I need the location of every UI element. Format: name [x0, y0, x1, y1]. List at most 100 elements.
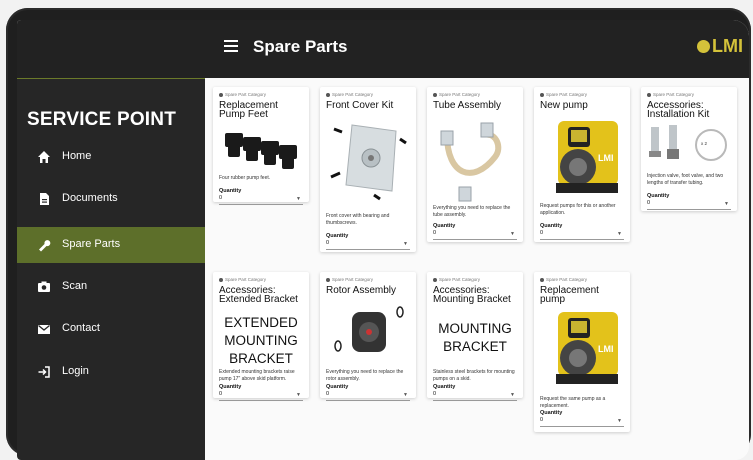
card-title: Accessories: Installation Kit — [647, 100, 710, 120]
image-text-line: MOUNTING — [438, 321, 512, 336]
quantity-value: 0 — [219, 195, 223, 201]
card-category: Spare Part Category — [540, 92, 587, 97]
quantity-select[interactable]: 0 ▼ — [540, 417, 624, 427]
quantity-select[interactable]: 0 ▼ — [647, 200, 731, 210]
image-text-line: BRACKET — [229, 351, 293, 366]
quantity-field: Quantity 0 ▼ — [433, 223, 517, 240]
svg-text:LMI: LMI — [598, 344, 614, 354]
sidebar-item-login[interactable]: Login — [17, 354, 205, 390]
dropdown-arrow-icon: ▼ — [617, 231, 622, 237]
app-screen: Spare Parts LMI SERVICE POINT Home Docum… — [17, 20, 749, 460]
quantity-field: Quantity 0 ▼ — [326, 384, 410, 401]
page-title: Spare Parts — [253, 37, 348, 56]
part-card-installation-kit[interactable]: Spare Part Category Accessories: Install… — [641, 87, 737, 211]
sidebar-brand: SERVICE POINT — [27, 109, 177, 130]
sidebar-item-label: Scan — [62, 280, 88, 292]
quantity-label: Quantity — [219, 384, 242, 390]
quantity-value: 0 — [326, 240, 330, 246]
quantity-field: Quantity 0 ▼ — [219, 384, 303, 401]
card-title: Rotor Assembly — [326, 285, 397, 296]
part-card-rotor-assembly[interactable]: Spare Part Category Rotor Assembly Every… — [320, 272, 416, 401]
part-card-front-cover-kit[interactable]: Spare Part Category Front Cover Kit Fron… — [320, 87, 416, 252]
top-app-bar: Spare Parts LMI — [17, 20, 749, 78]
card-category: Spare Part Category — [326, 277, 373, 282]
card-category: Spare Part Category — [433, 277, 480, 282]
card-title: New pump — [540, 100, 588, 111]
image-text-line: EXTENDED — [224, 315, 298, 330]
quantity-select[interactable]: 0 ▼ — [326, 240, 410, 250]
card-category: Spare Part Category — [540, 277, 587, 282]
sidebar-item-documents[interactable]: Documents — [17, 181, 205, 217]
dropdown-arrow-icon: ▼ — [296, 196, 301, 202]
sidebar-item-label: Home — [62, 150, 92, 162]
quantity-value: 0 — [219, 391, 223, 397]
quantity-label: Quantity — [540, 410, 563, 416]
quantity-select[interactable]: 0 ▼ — [219, 195, 303, 205]
quantity-label: Quantity — [433, 223, 456, 229]
image-text-line: BRACKET — [443, 339, 507, 354]
spare-parts-grid: Spare Part Category Replacement Pump Fee… — [205, 78, 749, 460]
quantity-field: Quantity 0 ▼ — [326, 233, 410, 250]
quantity-field: Quantity 0 ▼ — [219, 188, 303, 205]
card-description: Everything you need to replace the rotor… — [326, 369, 404, 382]
card-title: Tube Assembly — [433, 100, 501, 111]
bracket-image-text: MOUNTING BRACKET — [433, 320, 517, 356]
quantity-value: 0 — [540, 417, 544, 423]
camera-icon — [38, 281, 50, 292]
quantity-value: 0 — [433, 391, 437, 397]
quantity-select[interactable]: 0 ▼ — [540, 230, 624, 240]
card-title: Accessories: Mounting Bracket — [433, 285, 511, 305]
dropdown-arrow-icon: ▼ — [617, 418, 622, 424]
part-card-new-pump[interactable]: Spare Part Category New pump LMI Request… — [534, 87, 630, 242]
quantity-value: 0 — [326, 391, 330, 397]
quantity-select[interactable]: 0 ▼ — [433, 230, 517, 240]
card-title: Accessories: Extended Bracket — [219, 285, 298, 305]
lmi-logo: LMI — [697, 36, 743, 57]
sidebar-item-spare-parts[interactable]: Spare Parts — [17, 227, 205, 263]
tube-assembly-image — [440, 122, 502, 202]
bracket-image-text: EXTENDED MOUNTING BRACKET — [219, 314, 303, 368]
card-category: Spare Part Category — [219, 277, 266, 282]
part-card-replacement-pump[interactable]: Spare Part Category Replacement pump LMI… — [534, 272, 630, 432]
sidebar-item-label: Contact — [62, 322, 100, 334]
sidebar-item-label: Documents — [62, 192, 118, 204]
sidebar-item-contact[interactable]: Contact — [17, 311, 205, 347]
card-title: Front Cover Kit — [326, 100, 394, 111]
svg-text:LMI: LMI — [598, 153, 614, 163]
front-cover-image — [330, 124, 407, 201]
part-card-tube-assembly[interactable]: Spare Part Category Tube Assembly Everyt… — [427, 87, 523, 242]
quantity-select[interactable]: 0 ▼ — [433, 391, 517, 401]
quantity-select[interactable]: 0 ▼ — [219, 391, 303, 401]
dropdown-arrow-icon: ▼ — [403, 392, 408, 398]
card-description: Stainless steel brackets for mounting pu… — [433, 369, 515, 382]
quantity-label: Quantity — [433, 384, 456, 390]
pump-image: LMI — [556, 121, 618, 193]
image-text-line: MOUNTING — [224, 333, 298, 348]
quantity-field: Quantity 0 ▼ — [540, 410, 624, 427]
device-frame: Spare Parts LMI SERVICE POINT Home Docum… — [6, 8, 751, 460]
quantity-value: 0 — [647, 200, 651, 206]
pump-image: LMI — [556, 312, 618, 384]
dropdown-arrow-icon: ▼ — [510, 392, 515, 398]
quantity-label: Quantity — [326, 384, 349, 390]
logo-text: LMI — [712, 36, 743, 56]
quantity-value: 0 — [433, 230, 437, 236]
wrench-icon — [39, 240, 51, 252]
part-card-mounting-bracket[interactable]: Spare Part Category Accessories: Mountin… — [427, 272, 523, 401]
part-card-extended-bracket[interactable]: Spare Part Category Accessories: Extende… — [213, 272, 309, 401]
card-description: Extended mounting brackets raise pump 17… — [219, 369, 295, 382]
quantity-value: 0 — [540, 230, 544, 236]
card-category: Spare Part Category — [326, 92, 373, 97]
quantity-select[interactable]: 0 ▼ — [326, 391, 410, 401]
sidebar-item-scan[interactable]: Scan — [17, 269, 205, 305]
sidebar-item-home[interactable]: Home — [17, 139, 205, 175]
card-description: Four rubber pump feet. — [219, 175, 271, 181]
card-category: Spare Part Category — [433, 92, 480, 97]
installation-kit-image — [649, 125, 727, 161]
rotor-assembly-image — [334, 306, 404, 352]
hamburger-menu-icon[interactable] — [224, 40, 238, 52]
quantity-label: Quantity — [219, 188, 242, 194]
part-card-pump-feet[interactable]: Spare Part Category Replacement Pump Fee… — [213, 87, 309, 205]
card-description: Everything you need to replace the tube … — [433, 205, 511, 218]
quantity-field: Quantity 0 ▼ — [540, 223, 624, 240]
